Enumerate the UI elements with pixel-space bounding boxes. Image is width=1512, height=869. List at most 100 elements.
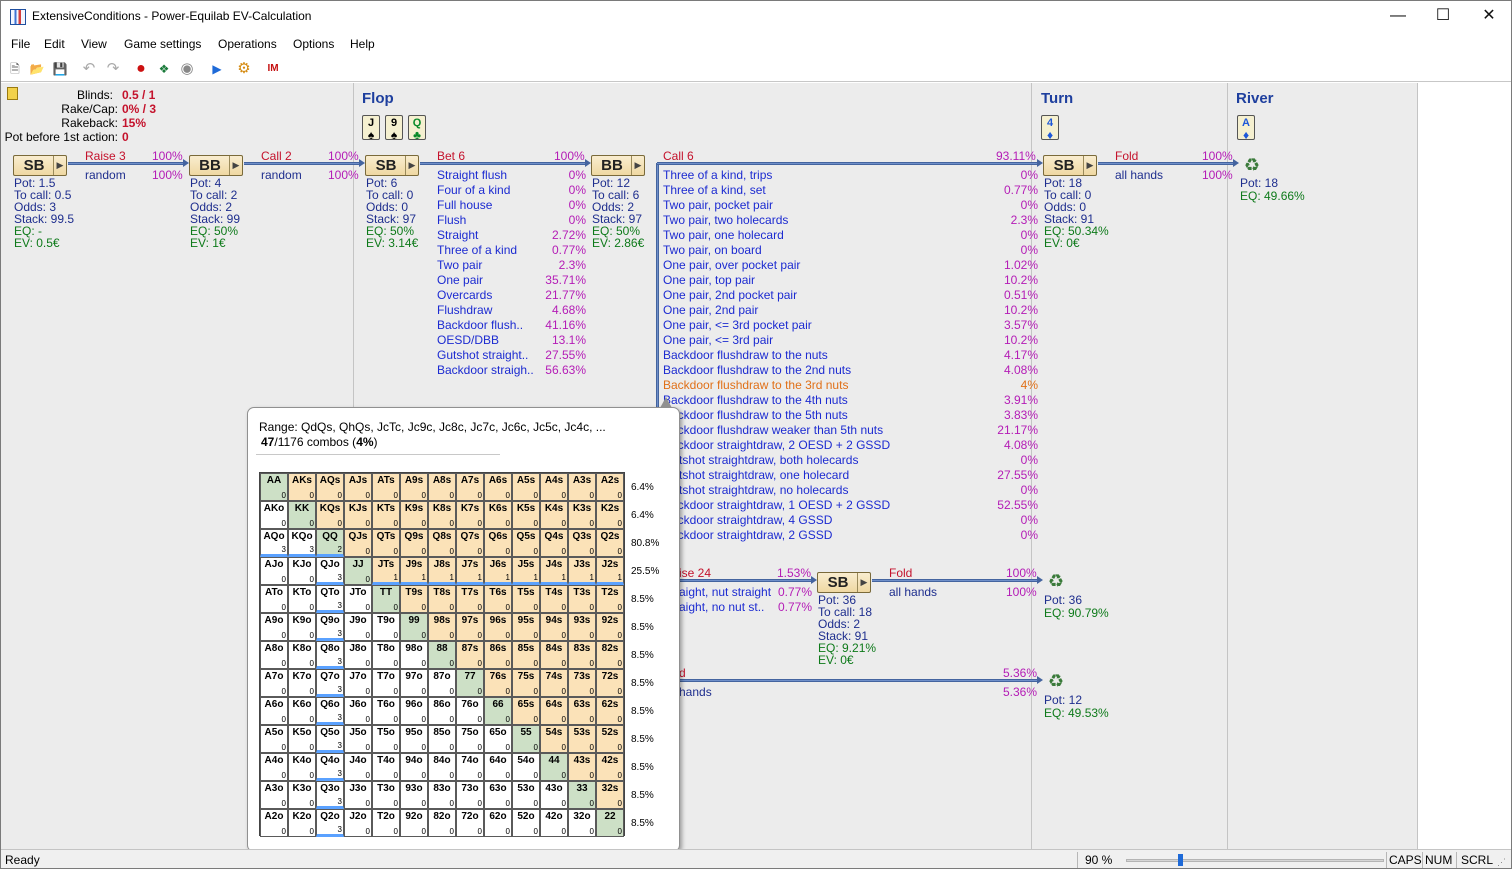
range-cell[interactable]: T5s 0 [512,585,540,613]
range-cell[interactable]: T6o 0 [372,697,400,725]
node-menu-icon[interactable]: ▶ [857,573,870,592]
range-cell[interactable]: A8s 0 [428,473,456,501]
range-cell[interactable]: K2s 0 [596,501,624,529]
range-cell[interactable]: 54o 0 [512,753,540,781]
range-cell[interactable]: 99 0 [400,613,428,641]
hand-category-row[interactable]: Backdoor straightdraw, 4 GSSD 0% [663,513,1038,528]
range-cell[interactable]: T7o 0 [372,669,400,697]
range-cell[interactable]: K5o 0 [288,725,316,753]
range-cell[interactable]: 32o 0 [568,809,596,837]
range-cell[interactable]: 97o 0 [400,669,428,697]
range-cell[interactable]: Q7s 0 [456,529,484,557]
range-cell[interactable]: Q3o 3 [316,781,344,809]
range-cell[interactable]: 64o 0 [484,753,512,781]
range-cell[interactable]: 52o 0 [512,809,540,837]
range-cell[interactable]: 84s 0 [540,641,568,669]
hand-category-row[interactable]: Backdoor flushdraw to the nuts 4.17% [663,348,1038,363]
range-cell[interactable]: T7s 0 [456,585,484,613]
range-cell[interactable]: 65o 0 [484,725,512,753]
range-cell[interactable]: AKo 0 [260,501,288,529]
range-cell[interactable]: 62s 0 [596,697,624,725]
play-icon[interactable]: ▶ [209,61,225,77]
action-call2-range[interactable]: random [261,168,302,183]
range-cell[interactable]: A4o 0 [260,753,288,781]
range-cell[interactable]: J7o 0 [344,669,372,697]
range-cell[interactable]: AQo 3 [260,529,288,557]
node-sb-turn[interactable]: SB ▶ [1043,155,1097,176]
hand-category-row[interactable]: Gutshot straight.. 27.55% [437,348,586,363]
range-cell[interactable]: K7s 0 [456,501,484,529]
range-cell[interactable]: T4o 0 [372,753,400,781]
new-icon[interactable]: 🗎 [7,61,23,77]
hand-category-row[interactable]: One pair, top pair 10.2% [663,273,1038,288]
range-cell[interactable]: 86s 0 [484,641,512,669]
range-cell[interactable]: ATs 0 [372,473,400,501]
range-cell[interactable]: 43s 0 [568,753,596,781]
range-cell[interactable]: 87o 0 [428,669,456,697]
node-bb-flop[interactable]: BB ▶ [591,155,645,176]
range-cell[interactable]: 82o 0 [428,809,456,837]
range-cell[interactable]: 76s 0 [484,669,512,697]
range-cell[interactable]: 83o 0 [428,781,456,809]
range-cell[interactable]: K5s 0 [512,501,540,529]
range-cell[interactable]: T9s 0 [400,585,428,613]
action-fold2-label[interactable]: Fold [889,566,912,581]
zoom-slider-thumb[interactable] [1177,854,1183,866]
range-cell[interactable]: 72s 0 [596,669,624,697]
range-cell[interactable]: K8s 0 [428,501,456,529]
range-cell[interactable]: 97s 0 [456,613,484,641]
menu-file[interactable]: File [11,37,30,51]
maximize-button[interactable]: ☐ [1420,1,1466,31]
range-cell[interactable]: Q6s 0 [484,529,512,557]
range-cell[interactable]: JTs 1 [372,557,400,585]
range-cell[interactable]: J4s 1 [540,557,568,585]
range-cell[interactable]: T5o 0 [372,725,400,753]
action-fold1-label[interactable]: Fold [1115,149,1138,164]
range-cell[interactable]: T4s 0 [540,585,568,613]
range-cell[interactable]: KJo 0 [288,557,316,585]
range-cell[interactable]: 87s 0 [456,641,484,669]
range-cell[interactable]: J6s 1 [484,557,512,585]
range-cell[interactable]: J8s 1 [428,557,456,585]
range-cell[interactable]: K8o 0 [288,641,316,669]
range-cell[interactable]: Q9o 3 [316,613,344,641]
range-cell[interactable]: QJs 0 [344,529,372,557]
hand-category-row[interactable]: Gutshot straightdraw, both holecards 0% [663,453,1038,468]
hand-category-row[interactable]: Backdoor flushdraw to the 2nd nuts 4.08% [663,363,1038,378]
range-cell[interactable]: Q6o 3 [316,697,344,725]
hand-category-row[interactable]: Gutshot straightdraw, one holecard 27.55% [663,468,1038,483]
range-cell[interactable]: 94s 0 [540,613,568,641]
range-cell[interactable]: 76o 0 [456,697,484,725]
hand-category-row[interactable]: One pair, over pocket pair 1.02% [663,258,1038,273]
range-cell[interactable]: J4o 0 [344,753,372,781]
hand-category-row[interactable]: One pair, <= 3rd pocket pair 3.57% [663,318,1038,333]
range-cell[interactable]: 43o 0 [540,781,568,809]
hand-category-row[interactable]: Backdoor flushdraw to the 5th nuts 3.83% [663,408,1038,423]
range-cell[interactable]: J6o 0 [344,697,372,725]
range-cell[interactable]: K3s 0 [568,501,596,529]
logo-icon[interactable]: IM [265,61,281,77]
hand-category-row[interactable]: Two pair, one holecard 0% [663,228,1038,243]
range-cell[interactable]: K7o 0 [288,669,316,697]
hand-category-row[interactable]: Backdoor straigh.. 56.63% [437,363,586,378]
range-cell[interactable]: 96o 0 [400,697,428,725]
action-raise24-label[interactable]: ise 24 [679,566,711,581]
redo-icon[interactable]: ↷ [105,61,121,77]
hand-category-row[interactable]: Backdoor straightdraw, 2 OESD + 2 GSSD 4.… [663,438,1038,453]
range-cell[interactable]: KK 0 [288,501,316,529]
range-cell[interactable]: K9o 0 [288,613,316,641]
node-sb-flop[interactable]: SB ▶ [365,155,419,176]
range-cell[interactable]: 52s 0 [596,725,624,753]
action-call6-label[interactable]: Call 6 [663,149,694,164]
action-fold3-label[interactable]: d [679,666,686,681]
zoom-slider[interactable] [1126,859,1384,862]
settings-icon[interactable]: ⚙ [236,61,252,77]
action-fold2-range[interactable]: all hands [889,585,937,600]
close-button[interactable]: ✕ [1466,1,1511,31]
menu-operations[interactable]: Operations [218,37,277,51]
range-cell[interactable]: 86o 0 [428,697,456,725]
hand-category-row[interactable]: One pair, <= 3rd pair 10.2% [663,333,1038,348]
range-cell[interactable]: 77 0 [456,669,484,697]
range-cell[interactable]: AQs 0 [316,473,344,501]
hand-category-row[interactable]: Straight flush 0% [437,168,586,183]
